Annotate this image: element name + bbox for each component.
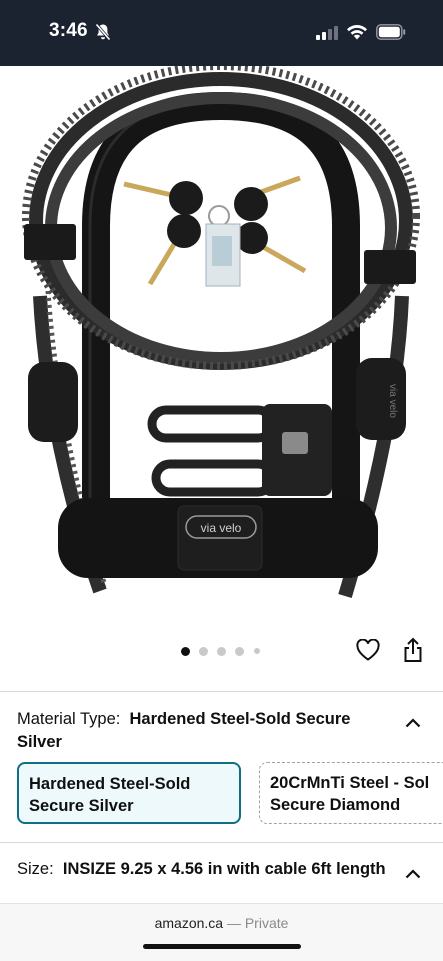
material-type-row[interactable]: Material Type: Hardened Steel-Sold Secur… xyxy=(17,708,387,754)
option-line: Secure Diamond xyxy=(270,796,401,814)
option-line: Secure Silver xyxy=(29,797,134,815)
browser-address-bar[interactable]: amazon.ca — Private xyxy=(0,903,443,961)
bell-off-icon xyxy=(95,23,111,41)
carousel-dot[interactable] xyxy=(181,647,190,656)
carousel-dot[interactable] xyxy=(235,647,244,656)
carousel-dot[interactable] xyxy=(199,647,208,656)
size-label: Size: xyxy=(17,860,54,878)
option-line: 20CrMnTi Steel - Sol xyxy=(270,774,430,792)
size-row[interactable]: Size: INSIZE 9.25 x 4.56 in with cable 6… xyxy=(17,858,387,881)
heart-icon[interactable] xyxy=(356,639,380,661)
private-mode-label: Private xyxy=(244,915,289,931)
option-line: Hardened Steel-Sold xyxy=(29,775,191,793)
divider xyxy=(0,842,443,843)
material-option-selected[interactable]: Hardened Steel-Sold Secure Silver xyxy=(17,762,241,824)
carousel-dot[interactable] xyxy=(217,647,226,656)
product-image[interactable]: via velo via velo xyxy=(0,66,443,626)
cellular-signal-icon xyxy=(316,26,338,40)
address-text[interactable]: amazon.ca — Private xyxy=(0,915,443,931)
material-option[interactable]: 20CrMnTi Steel - Sol Secure Diamond xyxy=(259,762,443,824)
material-type-label: Material Type: xyxy=(17,710,121,728)
wifi-icon xyxy=(347,24,367,40)
chevron-up-icon[interactable] xyxy=(405,869,421,879)
divider xyxy=(0,691,443,692)
brand-logo-text: via velo xyxy=(201,521,242,535)
home-indicator[interactable] xyxy=(143,944,301,949)
chevron-up-icon[interactable] xyxy=(405,718,421,728)
status-bar: 3:46 xyxy=(0,0,443,66)
side-brand-text: via velo xyxy=(387,384,398,418)
battery-icon xyxy=(376,24,406,40)
share-icon[interactable] xyxy=(403,637,423,663)
size-value: INSIZE 9.25 x 4.56 in with cable 6ft len… xyxy=(62,860,386,878)
url-separator: — xyxy=(223,915,245,931)
url-domain: amazon.ca xyxy=(154,915,224,931)
carousel-dot[interactable] xyxy=(254,648,260,654)
status-time: 3:46 xyxy=(49,20,88,41)
